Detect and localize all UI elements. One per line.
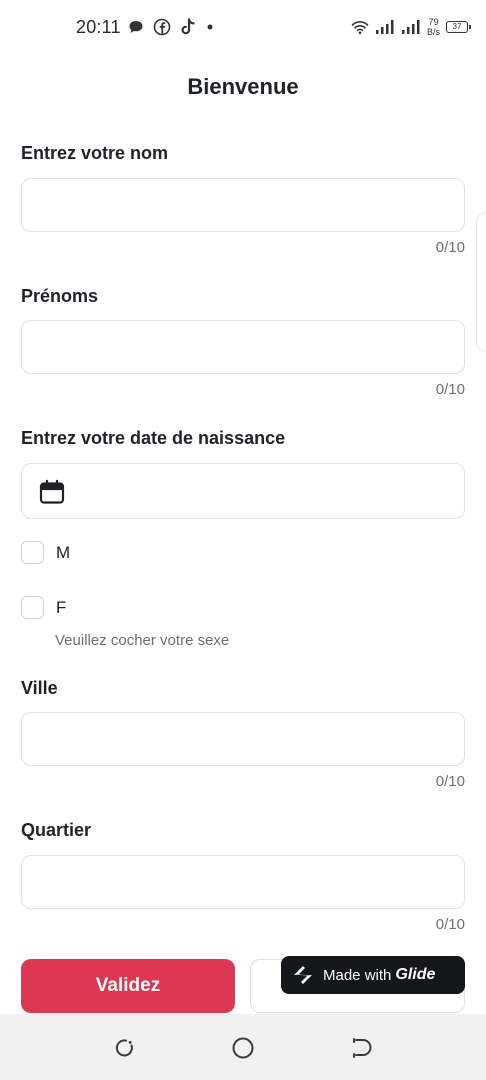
glide-logo-icon xyxy=(294,966,312,984)
dot-icon xyxy=(207,24,213,30)
status-bar: 20:11 79 B/s 37 xyxy=(0,0,486,56)
battery-level: 37 xyxy=(452,22,462,31)
page-title: Bienvenue xyxy=(187,74,299,99)
chat-bubble-icon xyxy=(129,21,143,33)
battery-icon: 37 xyxy=(446,21,471,33)
nom-input[interactable] xyxy=(21,178,465,232)
network-speed: 79 B/s xyxy=(427,17,440,37)
signal-icon-2 xyxy=(401,20,420,34)
checkbox-m-label: M xyxy=(56,542,71,562)
date-picker-field[interactable] xyxy=(21,463,465,519)
badge-brand: Glide xyxy=(395,966,436,983)
nom-label: Entrez votre nom xyxy=(21,143,169,163)
sexe-option-m[interactable]: M xyxy=(21,541,70,564)
ville-label: Ville xyxy=(21,678,58,698)
network-speed-value: 79 xyxy=(428,17,439,27)
prenoms-label: Prénoms xyxy=(21,286,99,306)
tiktok-icon xyxy=(181,18,195,35)
status-time: 20:11 xyxy=(76,17,121,37)
back-icon[interactable] xyxy=(350,1036,374,1060)
edge-panel-handle[interactable] xyxy=(476,212,486,352)
recent-apps-icon[interactable] xyxy=(113,1036,137,1060)
network-speed-unit: B/s xyxy=(426,27,440,37)
wifi-icon xyxy=(351,21,369,35)
checkbox-m[interactable] xyxy=(21,541,44,564)
quartier-input[interactable] xyxy=(21,855,465,909)
quartier-label: Quartier xyxy=(21,820,92,840)
signal-icon xyxy=(375,20,394,34)
sexe-option-f[interactable]: F xyxy=(21,596,66,619)
navigation-bar xyxy=(0,1014,486,1080)
status-notification-icons xyxy=(128,17,215,37)
ville-input[interactable] xyxy=(21,712,465,766)
validez-button[interactable]: Validez xyxy=(21,959,235,1013)
badge-prefix: Made with xyxy=(323,966,392,984)
prenoms-counter: 0/10 xyxy=(435,381,465,398)
status-system-icons: 79 B/s 37 xyxy=(351,15,471,39)
quartier-counter: 0/10 xyxy=(435,916,465,933)
facebook-icon xyxy=(153,18,171,36)
home-icon[interactable] xyxy=(231,1036,255,1060)
calendar-icon xyxy=(39,479,65,504)
ville-counter: 0/10 xyxy=(435,773,465,790)
checkbox-f-label: F xyxy=(56,597,67,617)
nom-counter: 0/10 xyxy=(435,239,465,256)
sexe-hint: Veuillez cocher votre sexe xyxy=(55,632,230,649)
checkbox-f[interactable] xyxy=(21,596,44,619)
date-label: Entrez votre date de naissance xyxy=(21,428,286,448)
prenoms-input[interactable] xyxy=(21,320,465,374)
made-with-glide-badge[interactable]: Made with Glide xyxy=(281,956,465,994)
